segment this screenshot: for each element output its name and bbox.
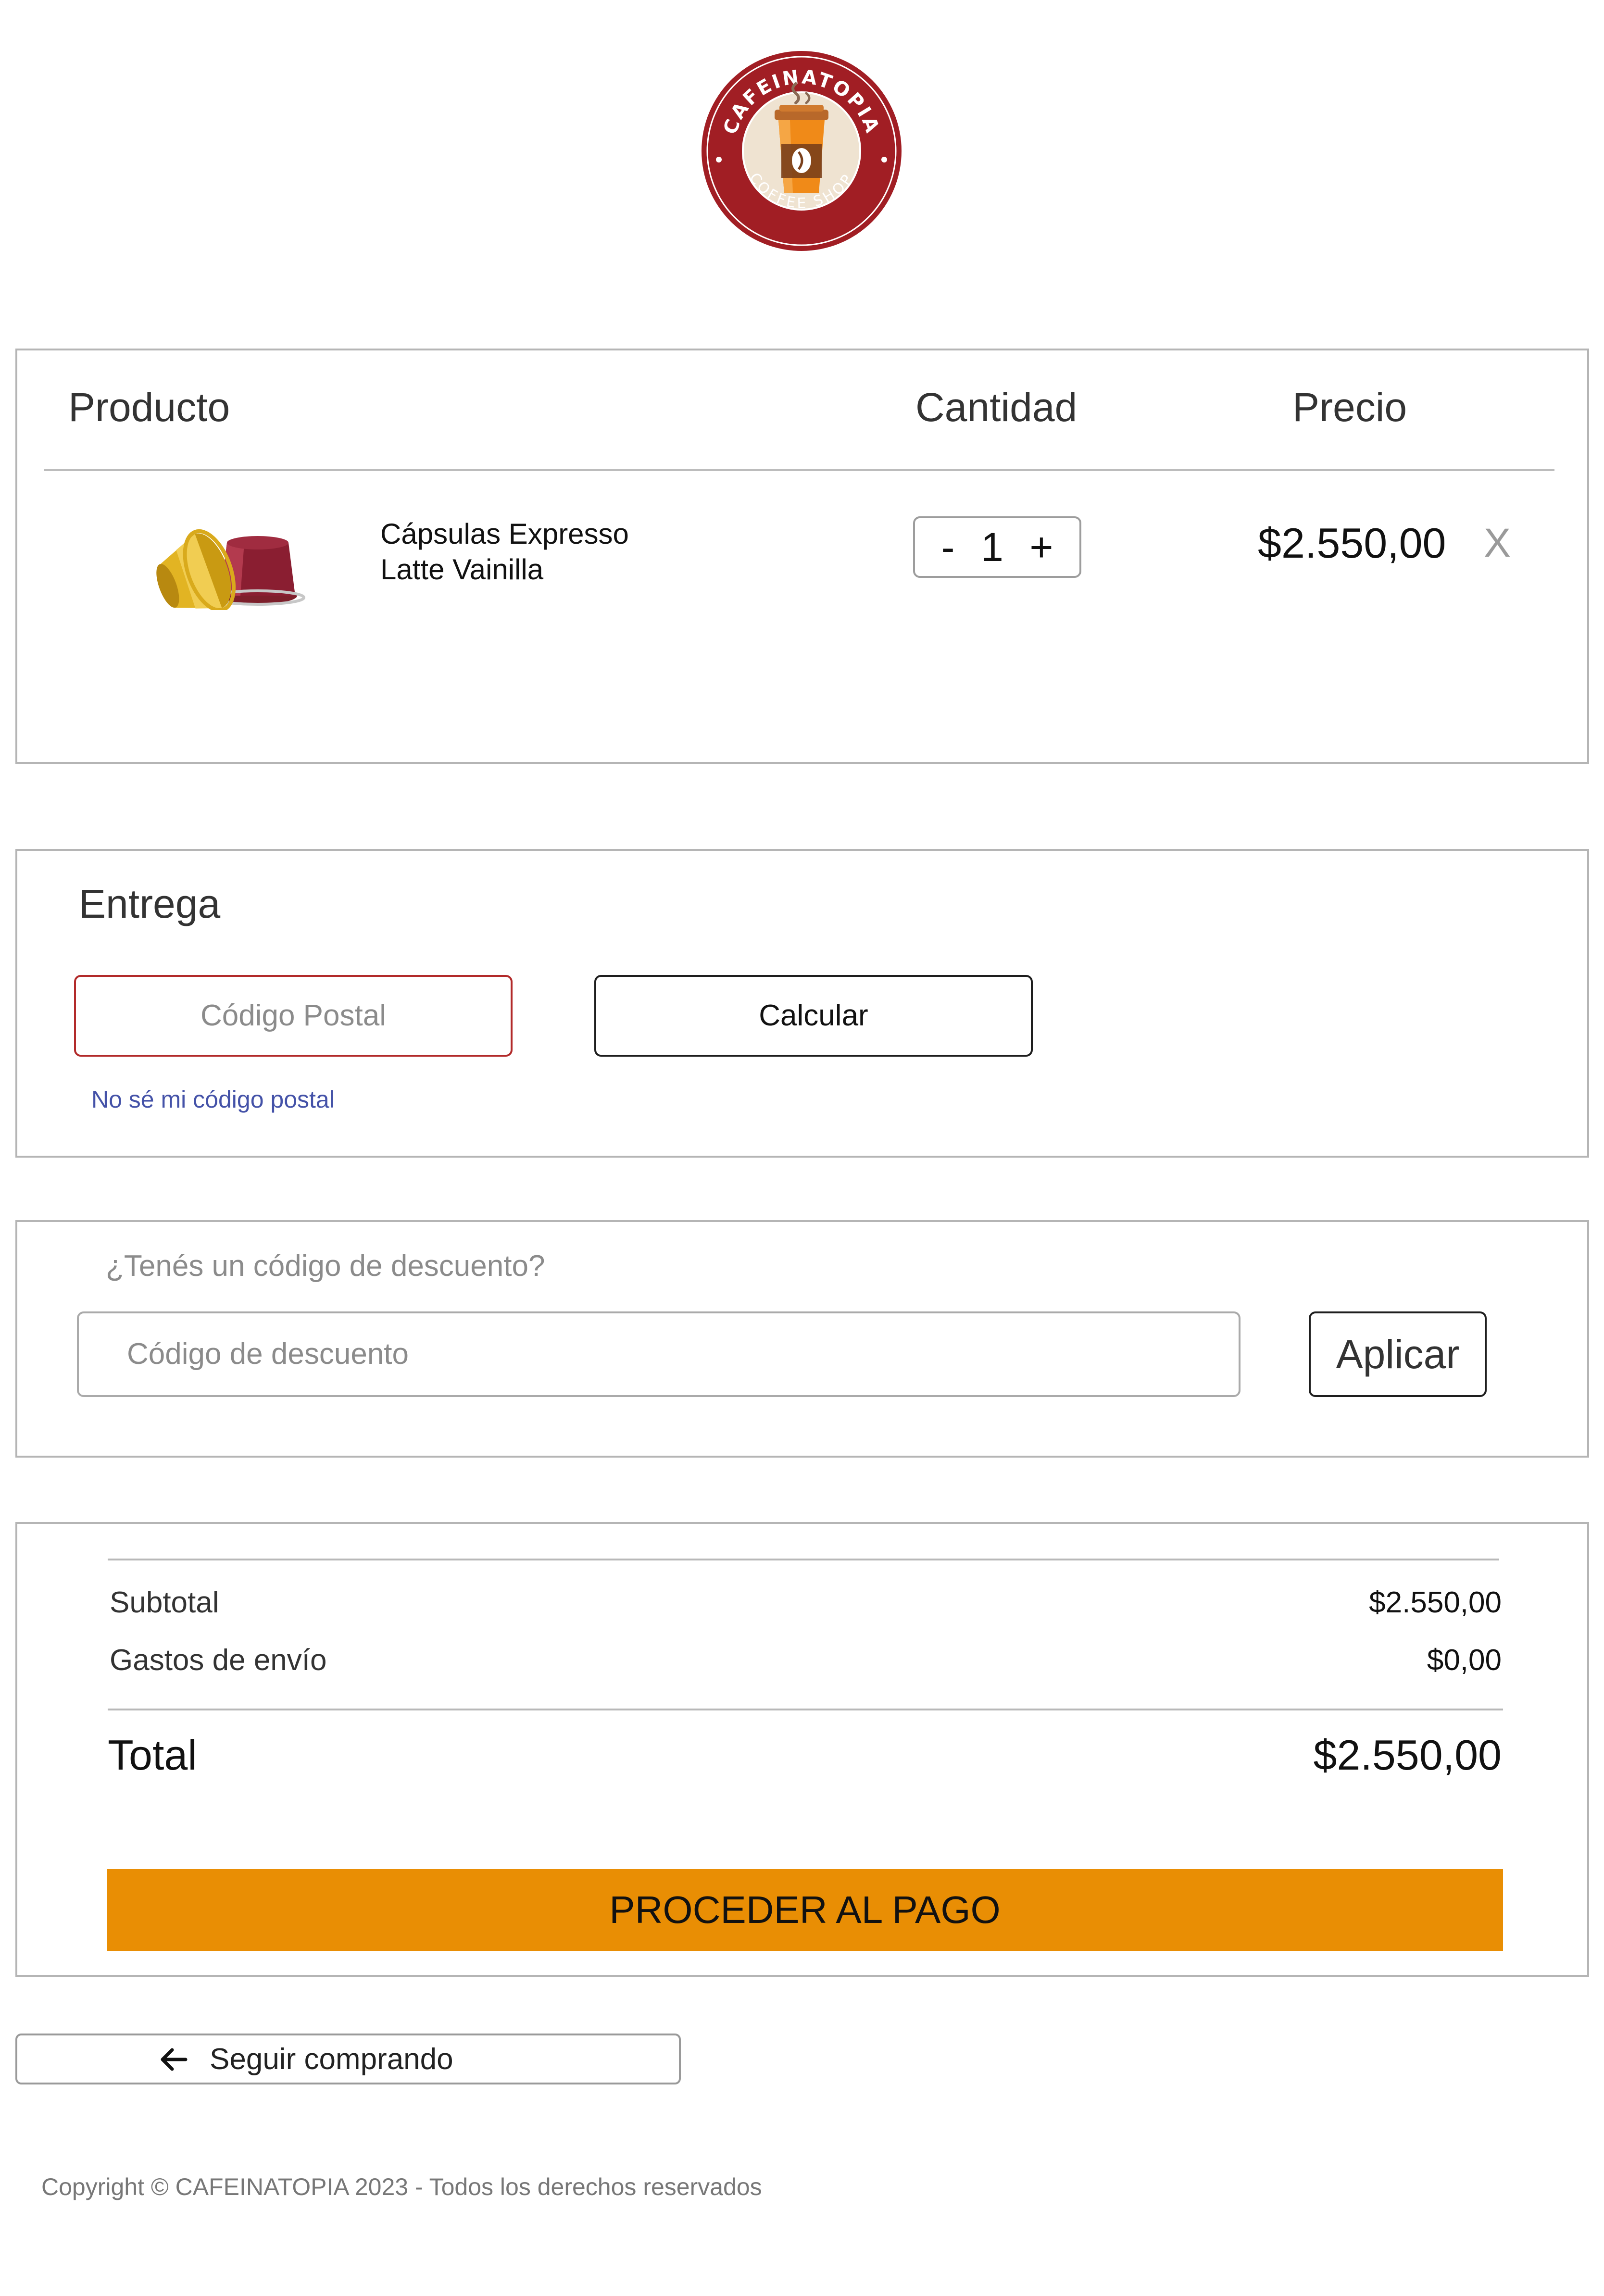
footer-copyright: Copyright © CAFEINATOPIA 2023 - Todos lo…: [41, 2173, 762, 2200]
continue-shopping-button[interactable]: Seguir comprando: [15, 2034, 681, 2084]
decrease-quantity-button[interactable]: -: [941, 527, 955, 567]
cart-header-divider: [44, 469, 1554, 471]
header-quantity: Cantidad: [915, 385, 1078, 430]
quantity-stepper: - 1 +: [913, 516, 1081, 578]
cart-item-name-line1: Cápsulas Expresso: [380, 518, 629, 550]
cafeinatopia-logo-icon: CAFEINATOPIA COFFEE SHOP: [702, 51, 902, 251]
summary-total-divider: [108, 1709, 1503, 1710]
continue-shopping-label: Seguir comprando: [210, 2043, 453, 2076]
cart-panel: Producto Cantidad Precio Cápsulas Expres…: [15, 349, 1589, 764]
cart-item-price: $2.550,00: [1258, 519, 1446, 567]
order-summary-panel: Subtotal $2.550,00 Gastos de envío $0,00…: [15, 1522, 1589, 1977]
quantity-value: 1: [981, 524, 1003, 570]
calculate-shipping-button[interactable]: Calcular: [594, 975, 1033, 1057]
subtotal-value: $2.550,00: [1369, 1586, 1502, 1619]
proceed-to-payment-button[interactable]: PROCEDER AL PAGO: [107, 1869, 1503, 1951]
coffee-capsules-icon: [138, 509, 320, 612]
increase-quantity-button[interactable]: +: [1029, 527, 1053, 567]
total-value: $2.550,00: [1313, 1731, 1502, 1779]
delivery-title: Entrega: [79, 881, 221, 926]
header-product: Producto: [68, 385, 230, 430]
arrow-left-icon: [161, 2048, 188, 2071]
discount-code-input[interactable]: Código de descuento: [77, 1311, 1241, 1397]
apply-discount-button[interactable]: Aplicar: [1309, 1311, 1487, 1397]
brand-logo[interactable]: CAFEINATOPIA COFFEE SHOP: [700, 49, 903, 253]
discount-question: ¿Tenés un código de descuento?: [106, 1249, 545, 1283]
header-price: Precio: [1292, 385, 1407, 430]
shipping-value: $0,00: [1427, 1644, 1502, 1677]
delivery-panel: Entrega Código Postal Calcular No sé mi …: [15, 849, 1589, 1158]
unknown-postal-code-link[interactable]: No sé mi código postal: [91, 1086, 335, 1113]
cart-item-name-line2: Latte Vainilla: [380, 553, 544, 586]
shipping-label: Gastos de envío: [110, 1644, 327, 1677]
remove-item-button[interactable]: X: [1484, 520, 1511, 566]
cart-item-name[interactable]: Cápsulas Expresso Latte Vainilla: [380, 516, 717, 587]
summary-top-divider: [108, 1559, 1499, 1560]
total-label: Total: [108, 1731, 197, 1779]
postal-code-input[interactable]: Código Postal: [74, 975, 513, 1057]
discount-panel: ¿Tenés un código de descuento? Código de…: [15, 1220, 1589, 1458]
subtotal-label: Subtotal: [110, 1586, 219, 1619]
